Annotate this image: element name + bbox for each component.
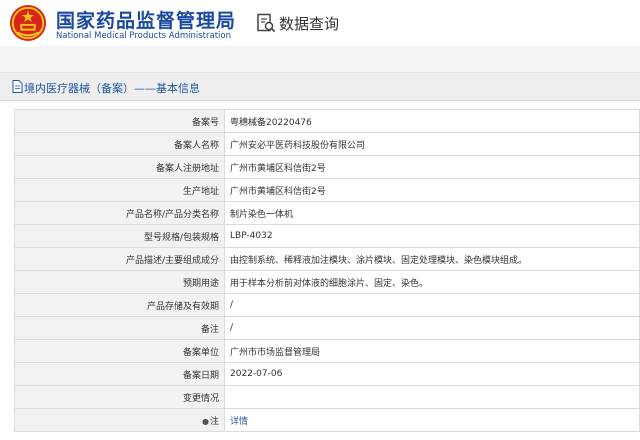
field-label: 注 [209, 416, 219, 427]
field-label: 型号规格/包装规格 [14, 224, 225, 248]
field-label: 生产地址 [14, 178, 225, 202]
table-row: 生产地址 广州市黄埔区科信街2号 [14, 178, 640, 202]
site-title[interactable]: 国家药品监督管理局 [56, 6, 236, 33]
field-label: 备案单位 [14, 339, 225, 363]
table-row: 备案号 粤穗械备20220476 [14, 109, 640, 133]
field-label: 备案人名称 [14, 132, 225, 156]
document-icon [12, 80, 23, 93]
field-label: 产品名称/产品分类名称 [14, 201, 225, 225]
table-row: 变更情况 [14, 385, 640, 409]
field-value: 由控制系统、稀释液加注模块、涂片模块、固定处理模块、染色模块组成。 [224, 247, 640, 271]
field-value: 广州市市场监督管理局 [224, 339, 640, 363]
field-value: / [224, 316, 640, 340]
data-query-label[interactable]: 数据查询 [279, 13, 339, 34]
field-label: 备案号 [14, 109, 225, 133]
field-label: 变更情况 [14, 385, 225, 409]
table-row: 备案日期 2022-07-06 [14, 362, 640, 386]
table-row: 备案人注册地址 广州市黄埔区科信街2号 [14, 155, 640, 179]
field-label: 产品描述/主要组成成分 [14, 247, 225, 271]
field-value: 广州市黄埔区科信街2号 [224, 178, 640, 202]
basic-info-table: 备案号 粤穗械备20220476 备案人名称 广州安必平医药科技股份有限公司 备… [14, 109, 640, 432]
detail-link[interactable]: 详情 [230, 417, 248, 427]
field-value: LBP-4032 [224, 224, 640, 248]
search-document-icon [257, 13, 276, 33]
field-value: 制片染色一体机 [224, 201, 640, 225]
field-value: 广州安必平医药科技股份有限公司 [224, 132, 640, 156]
field-value: 粤穗械备20220476 [224, 109, 640, 133]
table-row: 备案单位 广州市市场监督管理局 [14, 339, 640, 363]
header-gap [0, 46, 640, 72]
table-row: 备注 / [14, 316, 640, 340]
field-value: 广州市黄埔区科信街2号 [224, 155, 640, 179]
field-value [224, 385, 640, 409]
table-row: 产品存储及有效期 / [14, 293, 640, 317]
national-emblem-icon [9, 4, 47, 42]
field-label: 备案人注册地址 [14, 155, 225, 179]
table-row: 型号规格/包装规格 LBP-4032 [14, 224, 640, 248]
field-value: 详情 [224, 408, 640, 432]
field-label: 产品存储及有效期 [14, 293, 225, 317]
field-label: 备注 [14, 316, 225, 340]
field-label: 预期用途 [14, 270, 225, 294]
field-value: / [224, 293, 640, 317]
table-row: ●注 详情 [14, 408, 640, 432]
note-label-cell: ●注 [14, 408, 225, 432]
field-value: 2022-07-06 [224, 362, 640, 386]
pin-icon: ● [202, 416, 209, 426]
table-row: 预期用途 用于样本分析前对体液的细胞涂片、固定、染色。 [14, 270, 640, 294]
panel-title: 境内医疗器械（备案）——基本信息 [24, 82, 200, 95]
site-subtitle: National Medical Products Administration [56, 31, 231, 41]
field-label: 备案日期 [14, 362, 225, 386]
table-row: 产品描述/主要组成成分 由控制系统、稀释液加注模块、涂片模块、固定处理模块、染色… [14, 247, 640, 271]
table-row: 产品名称/产品分类名称 制片染色一体机 [14, 201, 640, 225]
table-row: 备案人名称 广州安必平医药科技股份有限公司 [14, 132, 640, 156]
field-value: 用于样本分析前对体液的细胞涂片、固定、染色。 [224, 270, 640, 294]
